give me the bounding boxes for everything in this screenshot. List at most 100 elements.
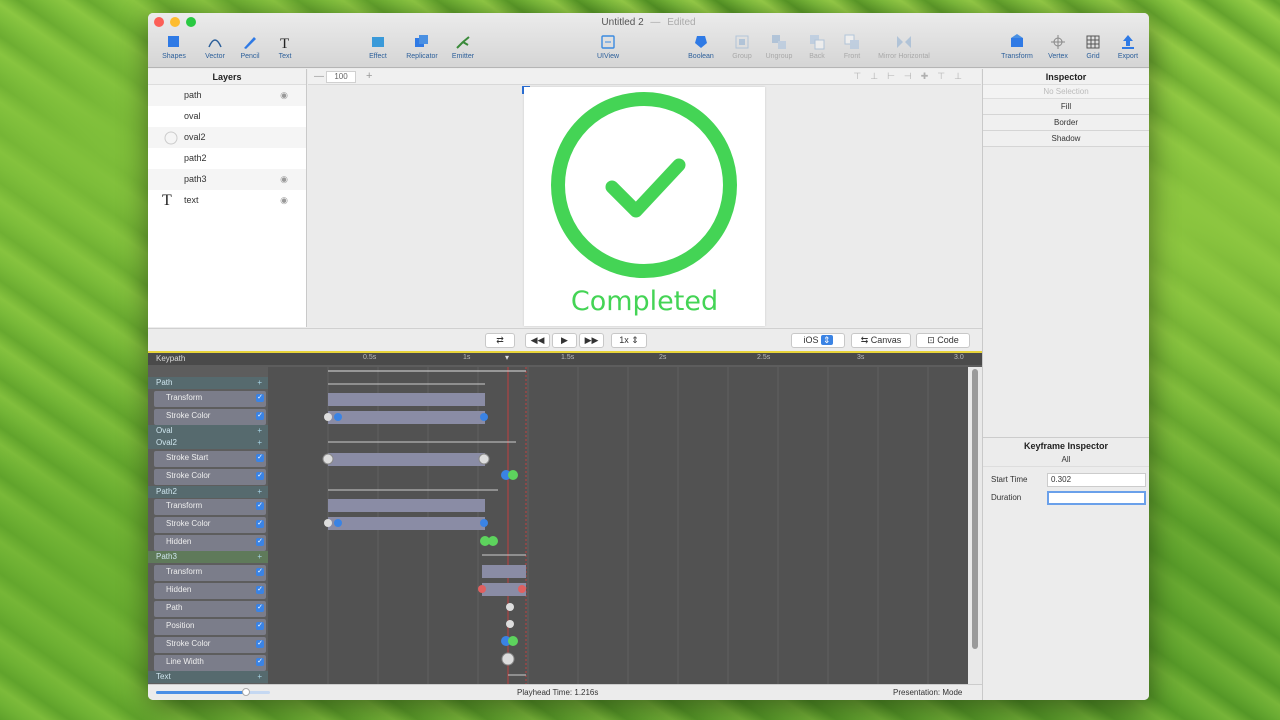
vertex-icon: [1051, 35, 1065, 49]
keypath-group-path3[interactable]: Path3 +: [148, 551, 268, 563]
add-keypath-icon[interactable]: +: [257, 671, 262, 683]
canvas-area[interactable]: — 100 + ⊤⊥⊢⊣✚⊤⊥ Completed: [308, 69, 981, 327]
layer-row-path[interactable]: path ◉: [148, 85, 306, 106]
keypath-row[interactable]: Transform ✓: [154, 499, 266, 515]
timeline-zoom-slider[interactable]: [156, 688, 270, 696]
playhead-handle[interactable]: ▾: [505, 353, 509, 362]
checkbox[interactable]: ✓: [256, 568, 264, 576]
keypath-group-text[interactable]: Text +: [148, 671, 268, 683]
keypath-row[interactable]: Stroke Color ✓: [154, 409, 266, 425]
tool-group[interactable]: Group: [722, 33, 762, 60]
checkbox[interactable]: ✓: [256, 538, 264, 546]
add-keypath-icon[interactable]: +: [257, 551, 262, 563]
checkbox[interactable]: ✓: [256, 622, 264, 630]
start-time-field[interactable]: 0.302: [1047, 473, 1146, 487]
keypath-row[interactable]: Stroke Color ✓: [154, 469, 266, 485]
keypath-row[interactable]: Hidden ✓: [154, 535, 266, 551]
inspector-section-shadow[interactable]: Shadow: [983, 131, 1149, 147]
tick-label: 3s: [857, 354, 865, 361]
presentation-mode[interactable]: Presentation: Mode: [893, 688, 962, 697]
tool-replicator[interactable]: Replicator: [402, 33, 442, 60]
timeline-scroll-thumb[interactable]: [972, 369, 978, 649]
checkbox[interactable]: ✓: [256, 502, 264, 510]
add-keypath-icon[interactable]: +: [257, 377, 262, 389]
code-button[interactable]: ⊡ Code: [916, 333, 970, 348]
checkbox[interactable]: ✓: [256, 394, 264, 402]
zoom-field[interactable]: 100: [326, 71, 356, 83]
align-icons[interactable]: ⊤⊥⊢⊣✚⊤⊥: [853, 71, 971, 82]
tick-label: 3.0: [954, 354, 964, 361]
fast-forward-button[interactable]: ▶▶: [579, 333, 604, 348]
layer-row-path2[interactable]: path2: [148, 148, 306, 169]
rewind-button[interactable]: ◀◀: [525, 333, 550, 348]
loop-button[interactable]: ⇄: [485, 333, 515, 348]
keypath-row[interactable]: Line Width ✓: [154, 655, 266, 671]
layers-list: path ◉ oval oval2 path2 path3 ◉ T text ◉: [148, 85, 306, 211]
tool-export[interactable]: Export: [1108, 33, 1148, 60]
layer-row-oval2[interactable]: oval2: [148, 127, 306, 148]
add-keypath-icon[interactable]: +: [257, 425, 262, 437]
slider-knob[interactable]: [242, 688, 250, 696]
keypath-group-oval[interactable]: Oval +: [148, 425, 268, 437]
add-keypath-icon[interactable]: +: [257, 437, 262, 449]
timeline-keyframes[interactable]: [268, 367, 968, 684]
inspector-section-border[interactable]: Border: [983, 115, 1149, 131]
checkbox[interactable]: ✓: [256, 604, 264, 612]
zoom-out-button[interactable]: —: [314, 71, 324, 82]
add-keypath-icon[interactable]: +: [257, 486, 262, 498]
tool-uiview[interactable]: UIView: [588, 33, 628, 60]
tool-shapes[interactable]: Shapes: [154, 33, 194, 60]
tool-pencil[interactable]: Pencil: [230, 33, 270, 60]
keypath-row[interactable]: Transform ✓: [154, 391, 266, 407]
timeline-track-area[interactable]: [268, 367, 968, 684]
keypath-row[interactable]: Stroke Start ✓: [154, 451, 266, 467]
tool-mirror-horizontal[interactable]: Mirror Horizontal: [868, 33, 940, 60]
checkbox[interactable]: ✓: [256, 640, 264, 648]
tool-boolean[interactable]: Boolean: [681, 33, 721, 60]
tool-ungroup[interactable]: Ungroup: [759, 33, 799, 60]
tool-transform[interactable]: Transform: [997, 33, 1037, 60]
duration-field[interactable]: [1047, 491, 1146, 505]
checkbox[interactable]: ✓: [256, 412, 264, 420]
layer-row-text[interactable]: T text ◉: [148, 190, 306, 211]
eye-icon[interactable]: ◉: [280, 85, 288, 106]
keypath-row[interactable]: Path ✓: [154, 601, 266, 617]
checkbox[interactable]: ✓: [256, 472, 264, 480]
layer-row-path3[interactable]: path3 ◉: [148, 169, 306, 190]
keypath-row[interactable]: Transform ✓: [154, 565, 266, 581]
keypath-group-oval2[interactable]: Oval2 +: [148, 437, 268, 449]
eye-icon[interactable]: ◉: [280, 169, 288, 190]
tool-front[interactable]: Front: [832, 33, 872, 60]
checkbox[interactable]: ✓: [256, 586, 264, 594]
keypath-row[interactable]: Position ✓: [154, 619, 266, 635]
tool-vertex[interactable]: Vertex: [1038, 33, 1078, 60]
tool-effect[interactable]: Effect: [358, 33, 398, 60]
speed-select[interactable]: 1x ⇕: [611, 333, 647, 348]
tool-emitter[interactable]: Emitter: [443, 33, 483, 60]
keypath-group-path[interactable]: Path +: [148, 377, 268, 389]
tool-grid[interactable]: Grid: [1073, 33, 1113, 60]
playhead-time: Playhead Time: 1.216s: [517, 688, 599, 697]
keypath-row[interactable]: Hidden ✓: [154, 583, 266, 599]
timeline-scrollbar[interactable]: [968, 367, 982, 684]
platform-select[interactable]: iOS ⇕: [791, 333, 845, 348]
keypath-row[interactable]: Stroke Color ✓: [154, 517, 266, 533]
zoom-in-button[interactable]: +: [366, 70, 372, 82]
play-button[interactable]: ▶: [552, 333, 577, 348]
keypath-group-path2[interactable]: Path2 +: [148, 486, 268, 498]
keyframe-scope[interactable]: All: [983, 453, 1149, 467]
keypath-row[interactable]: Stroke Color ✓: [154, 637, 266, 653]
canvas-button[interactable]: ⇆ Canvas: [851, 333, 911, 348]
group-icon: [735, 35, 749, 49]
checkbox[interactable]: ✓: [256, 454, 264, 462]
tool-vector[interactable]: Vector: [195, 33, 235, 60]
tool-back[interactable]: Back: [797, 33, 837, 60]
inspector-section-fill[interactable]: Fill: [983, 99, 1149, 115]
eye-icon[interactable]: ◉: [280, 190, 288, 211]
tool-text[interactable]: T Text: [265, 33, 305, 60]
layer-row-oval[interactable]: oval: [148, 106, 306, 127]
checkbox[interactable]: ✓: [256, 658, 264, 666]
checkbox[interactable]: ✓: [256, 520, 264, 528]
artboard[interactable]: Completed: [524, 87, 765, 326]
canvas-toolbar: — 100 + ⊤⊥⊢⊣✚⊤⊥: [308, 69, 981, 85]
